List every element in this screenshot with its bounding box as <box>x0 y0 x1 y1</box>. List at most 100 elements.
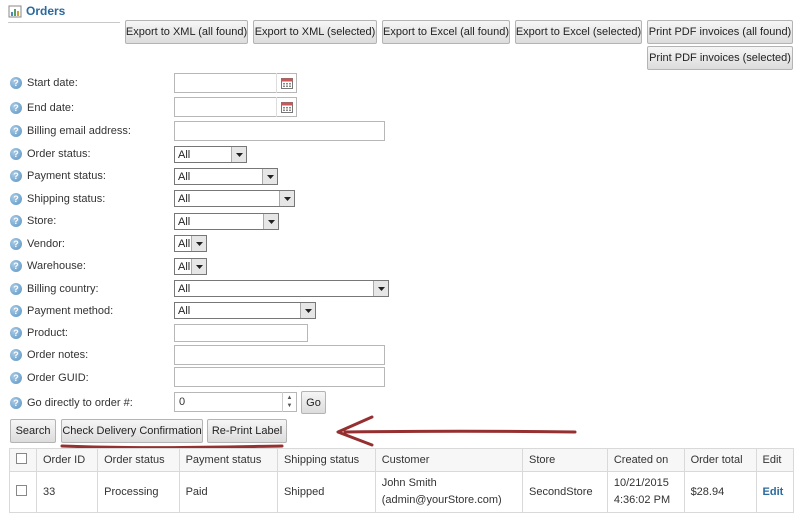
table-header-row: Order ID Order status Payment status Shi… <box>9 448 795 472</box>
help-icon[interactable]: ? <box>10 327 22 339</box>
order-guid-label: Order GUID: <box>27 372 89 384</box>
help-icon[interactable]: ? <box>10 193 22 205</box>
shipping-status-label: Shipping status: <box>27 193 106 205</box>
store-select[interactable]: All <box>174 213 279 230</box>
table-row: 33 Processing Paid Shipped John Smith (a… <box>9 471 795 513</box>
select-all-checkbox[interactable] <box>16 453 27 464</box>
help-icon[interactable]: ? <box>10 260 22 272</box>
export-xml-all-button[interactable]: Export to XML (all found) <box>125 20 248 44</box>
payment-method-row: ? Payment method: <box>10 302 113 320</box>
help-icon[interactable]: ? <box>10 77 22 89</box>
vendor-label: Vendor: <box>27 238 65 250</box>
help-icon[interactable]: ? <box>10 125 22 137</box>
shipping-status-row: ? Shipping status: <box>10 190 105 208</box>
shipping-status-select[interactable]: All <box>174 190 295 207</box>
payment-method-value: All <box>178 304 191 317</box>
orders-icon <box>8 5 22 17</box>
chevron-down-icon <box>262 169 277 184</box>
start-date-row: ? Start date: <box>10 74 78 92</box>
print-pdf-selected-button[interactable]: Print PDF invoices (selected) <box>647 46 793 70</box>
chevron-down-icon <box>373 281 388 296</box>
store-cell: SecondStore <box>521 471 608 513</box>
select-all-checkbox-cell[interactable] <box>9 448 37 472</box>
chevron-down-icon <box>300 303 315 318</box>
row-checkbox[interactable] <box>16 485 27 496</box>
orders-table: Order ID Order status Payment status Shi… <box>9 448 795 513</box>
order-guid-input[interactable] <box>174 367 385 387</box>
payment-status-label: Payment status: <box>27 170 106 182</box>
help-icon[interactable]: ? <box>10 349 22 361</box>
row-checkbox-cell[interactable] <box>9 471 37 513</box>
help-icon[interactable]: ? <box>10 170 22 182</box>
billing-country-select[interactable]: All <box>174 280 389 297</box>
order-status-row: ? Order status: <box>10 145 91 163</box>
column-store[interactable]: Store <box>521 448 608 472</box>
column-created-on[interactable]: Created on <box>606 448 685 472</box>
column-shipping-status[interactable]: Shipping status <box>276 448 376 472</box>
payment-method-label: Payment method: <box>27 305 114 317</box>
product-input[interactable] <box>174 324 308 342</box>
edit-cell: Edit <box>755 471 795 513</box>
start-date-input[interactable] <box>174 73 297 93</box>
column-order-id[interactable]: Order ID <box>35 448 99 472</box>
column-order-status[interactable]: Order status <box>97 448 180 472</box>
calendar-icon[interactable] <box>276 97 296 117</box>
help-icon[interactable]: ? <box>10 148 22 160</box>
payment-status-cell: Paid <box>178 471 278 513</box>
print-pdf-all-button[interactable]: Print PDF invoices (all found) <box>647 20 793 44</box>
store-label: Store: <box>27 215 57 227</box>
created-time: 4:36:02 PM <box>613 494 671 506</box>
customer-cell: John Smith (admin@yourStore.com) <box>374 471 523 513</box>
order-id-cell: 33 <box>35 471 99 513</box>
end-date-input[interactable] <box>174 97 297 117</box>
shipping-status-cell: Shipped <box>276 471 376 513</box>
page-title: Orders <box>26 4 66 18</box>
order-status-label: Order status: <box>27 148 91 160</box>
help-icon[interactable]: ? <box>10 283 22 295</box>
order-notes-row: ? Order notes: <box>10 346 88 364</box>
order-status-cell: Processing <box>97 471 180 513</box>
end-date-label: End date: <box>27 102 75 114</box>
payment-method-select[interactable]: All <box>174 302 316 319</box>
start-date-label: Start date: <box>27 77 78 89</box>
column-edit: Edit <box>755 448 795 472</box>
payment-status-select[interactable]: All <box>174 168 278 185</box>
vendor-select[interactable]: All <box>174 235 207 252</box>
calendar-icon[interactable] <box>276 73 296 93</box>
column-payment-status[interactable]: Payment status <box>178 448 278 472</box>
created-date: 10/21/2015 <box>613 477 669 489</box>
edit-link[interactable]: Edit <box>763 486 784 498</box>
vendor-value: All <box>178 237 191 250</box>
column-customer[interactable]: Customer <box>374 448 523 472</box>
warehouse-select[interactable]: All <box>174 258 207 275</box>
customer-email: (admin@yourStore.com) <box>381 494 502 506</box>
help-icon[interactable]: ? <box>10 372 22 384</box>
billing-email-row: ? Billing email address: <box>10 122 131 140</box>
billing-email-input[interactable] <box>174 121 385 141</box>
billing-country-label: Billing country: <box>27 283 99 295</box>
order-notes-input[interactable] <box>174 345 385 365</box>
billing-country-row: ? Billing country: <box>10 280 99 298</box>
payment-status-value: All <box>178 170 191 183</box>
store-value: All <box>178 215 191 228</box>
order-status-select[interactable]: All <box>174 146 247 163</box>
help-icon[interactable]: ? <box>10 305 22 317</box>
store-row: ? Store: <box>10 212 56 230</box>
column-order-total[interactable]: Order total <box>683 448 757 472</box>
chevron-down-icon <box>231 147 246 162</box>
help-icon[interactable]: ? <box>10 215 22 227</box>
title-divider <box>8 22 120 23</box>
chevron-down-icon <box>191 236 206 251</box>
export-excel-selected-button[interactable]: Export to Excel (selected) <box>515 20 642 44</box>
chevron-down-icon <box>279 191 294 206</box>
customer-name: John Smith <box>381 477 437 489</box>
export-excel-all-button[interactable]: Export to Excel (all found) <box>382 20 510 44</box>
help-icon[interactable]: ? <box>10 238 22 250</box>
warehouse-value: All <box>178 260 191 273</box>
warehouse-label: Warehouse: <box>27 260 86 272</box>
warehouse-row: ? Warehouse: <box>10 257 86 275</box>
billing-email-label: Billing email address: <box>27 125 131 137</box>
help-icon[interactable]: ? <box>10 102 22 114</box>
export-xml-selected-button[interactable]: Export to XML (selected) <box>253 20 377 44</box>
payment-status-row: ? Payment status: <box>10 167 106 185</box>
